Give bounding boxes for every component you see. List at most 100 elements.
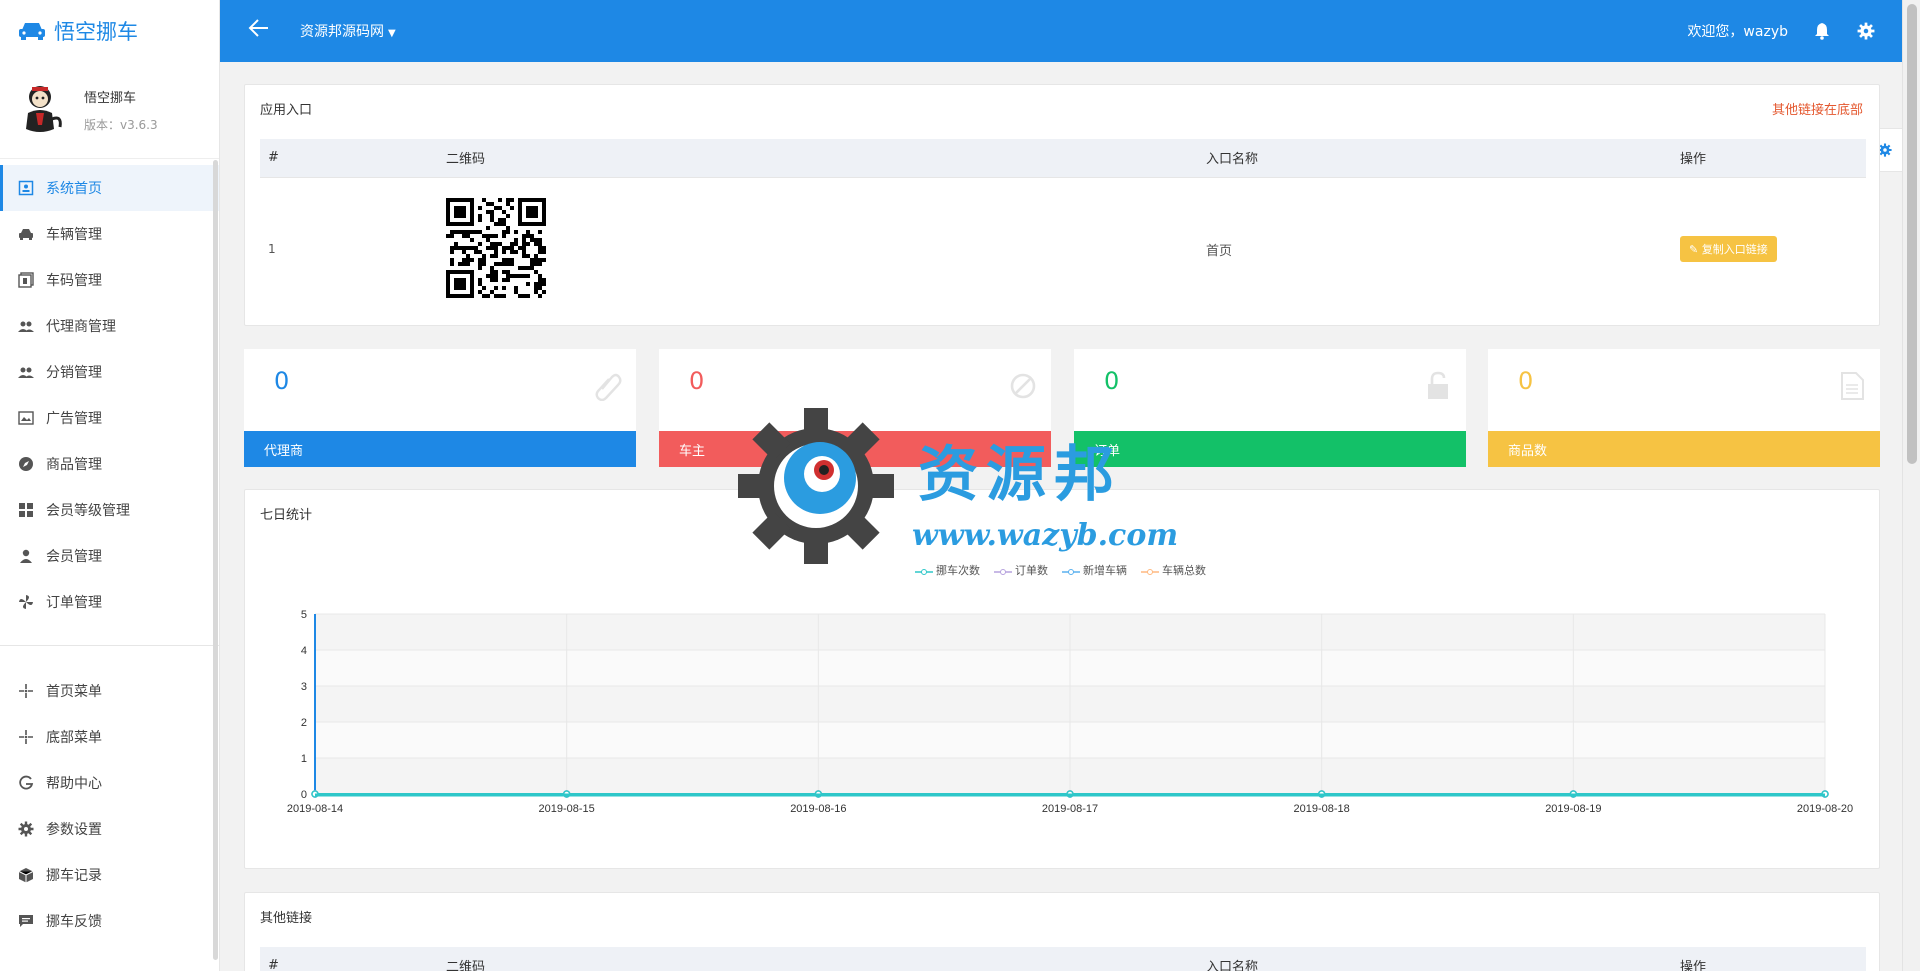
sidebar-item-vehicles[interactable]: 车辆管理 [0,211,219,257]
sidebar-item-home[interactable]: 系统首页 [0,165,219,211]
sidebar: 悟空挪车 悟空挪车 版本：v3.6.3 系统首页 车辆管理 车码管理 代理商管理… [0,0,220,971]
x-tick-label: 2019-08-16 [790,803,846,815]
sidebar-item-ads[interactable]: 广告管理 [0,395,219,441]
x-tick-label: 2019-08-15 [539,803,595,815]
link-icon: ✎ [1689,243,1702,257]
x-tick-label: 2019-08-20 [1797,803,1853,815]
sidebar-divider [0,645,219,646]
ad-icon [18,410,34,426]
x-tick-label: 2019-08-19 [1545,803,1601,815]
page-scrollbar[interactable] [1902,0,1920,971]
row-qrcode [438,177,1198,321]
stat-value: 0 [689,367,705,395]
sidebar-item-agents[interactable]: 代理商管理 [0,303,219,349]
copy-link-button[interactable]: ✎ 复制入口链接 [1680,236,1777,263]
sidebar-item-member-levels[interactable]: 会员等级管理 [0,487,219,533]
sidebar-item-label: 首页菜单 [46,684,102,700]
stat-value: 0 [1518,367,1534,395]
sidebar-scrollbar[interactable] [213,160,218,960]
sidebar-item-label: 代理商管理 [46,319,116,335]
paperclip-icon [595,373,622,401]
entry-title: 应用入口 [260,103,313,118]
col-qrcode: 二维码 [438,947,1198,971]
row-name: 首页 [1206,243,1233,259]
other-links-table: # 二维码 入口名称 操作 [260,947,1866,971]
stat-value: 0 [1104,367,1120,395]
sidebar-item-feedback[interactable]: 挪车反馈 [0,898,219,944]
y-tick-label: 2 [301,717,307,729]
entry-card: 应用入口 其他链接在底部 # 二维码 入口名称 操作 1 首页 ✎ 复制入口链接 [244,84,1880,326]
y-tick-label: 1 [301,753,307,765]
brand[interactable]: 悟空挪车 [0,0,219,62]
site-dropdown[interactable]: 资源邦源码网 ▼ [300,21,396,41]
col-index: # [260,139,438,178]
sidebar-item-label: 广告管理 [46,411,102,427]
sidebar-item-bottom-menu[interactable]: 底部菜单 [0,714,219,760]
stat-value: 0 [274,367,290,395]
sidebar-item-records[interactable]: 挪车记录 [0,852,219,898]
pinwheel-icon [18,594,34,610]
home-icon [18,180,34,196]
profile-name: 悟空挪车 [84,91,137,106]
caret-down-icon: ▼ [388,28,396,39]
box-icon [18,867,34,883]
avatar [26,86,62,132]
bell-icon[interactable] [1812,21,1832,41]
grid-icon [18,502,34,518]
y-tick-label: 0 [301,789,307,801]
page-scrollbar-thumb[interactable] [1907,4,1917,464]
col-name: 入口名称 [1198,947,1672,971]
sidebar-item-home-menu[interactable]: 首页菜单 [0,668,219,714]
stat-label-bar: 车主 [659,431,1051,467]
stat-card-products: 0 商品数 [1488,349,1880,467]
sidebar-item-label: 系统首页 [46,181,102,197]
sidebar-item-label: 商品管理 [46,457,102,473]
sidebar-item-label: 底部菜单 [46,730,102,746]
row-index: 1 [268,242,276,257]
brand-name: 悟空挪车 [54,20,138,44]
y-tick-label: 4 [301,645,307,657]
unlock-icon [1428,371,1448,399]
site-name: 资源邦源码网 [300,24,384,40]
sidebar-item-label: 挪车记录 [46,868,102,884]
col-name: 入口名称 [1198,139,1672,178]
sidebar-item-label: 车辆管理 [46,227,102,243]
sidebar-item-carcodes[interactable]: 车码管理 [0,257,219,303]
sidebar-item-help[interactable]: 帮助中心 [0,760,219,806]
sidebar-item-label: 参数设置 [46,822,102,838]
sidebar-item-settings[interactable]: 参数设置 [0,806,219,852]
user-icon [18,548,34,564]
col-action: 操作 [1672,139,1866,178]
back-arrow-icon[interactable] [248,18,278,44]
col-index: # [260,947,438,971]
gear-icon[interactable] [1856,21,1876,41]
compass-icon [18,456,34,472]
agents-icon [18,318,34,334]
file-icon [1841,372,1864,400]
sidebar-item-distribution[interactable]: 分销管理 [0,349,219,395]
copy-link-label: 复制入口链接 [1701,243,1768,257]
sidebar-item-label: 帮助中心 [46,776,102,792]
y-tick-label: 3 [301,681,307,693]
sidebar-item-members[interactable]: 会员管理 [0,533,219,579]
other-links-link[interactable]: 其他链接在底部 [1772,99,1863,118]
x-tick-label: 2019-08-14 [287,803,343,815]
g-icon [18,775,34,791]
x-tick-label: 2019-08-18 [1294,803,1350,815]
sidebar-item-products[interactable]: 商品管理 [0,441,219,487]
sidebar-item-label: 车码管理 [46,273,102,289]
sidebar-item-label: 会员管理 [46,549,102,565]
other-links-card: 其他链接 # 二维码 入口名称 操作 [244,892,1880,971]
top-header: 资源邦源码网 ▼ 欢迎您，wazyb [220,0,1902,62]
chat-icon [18,913,34,929]
line-chart: 0 1 2 3 4 5 2019-08-14 2019-08-15 2019-08-16 2019… [287,609,1853,815]
profile: 悟空挪车 版本：v3.6.3 [0,62,219,158]
sparkle-icon [18,683,34,699]
welcome-text: 欢迎您，wazyb [1687,24,1788,40]
gear-icon [18,821,34,837]
car-icon [18,226,34,242]
sparkle-icon [18,729,34,745]
sidebar-menu: 系统首页 车辆管理 车码管理 代理商管理 分销管理 广告管理 商品管理 会员等级… [0,158,219,944]
sidebar-item-orders[interactable]: 订单管理 [0,579,219,625]
sidebar-item-label: 订单管理 [46,595,102,611]
